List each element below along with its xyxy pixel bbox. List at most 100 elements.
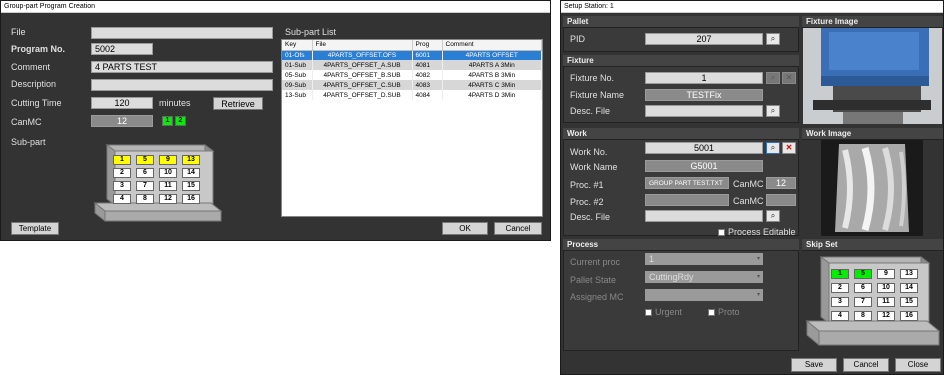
rack-slot[interactable]: 9 xyxy=(877,269,895,279)
table-row[interactable]: 01-Ofs 4PARTS_OFFSET.OFS 6001 4PARTS OFF… xyxy=(282,50,542,60)
fixture-photo xyxy=(803,28,942,124)
fixture-search-icon[interactable]: ⌕ xyxy=(766,72,780,84)
fixture-desc-field[interactable] xyxy=(645,105,763,117)
canmc-badge-2: 2 xyxy=(175,116,186,126)
rack-slot[interactable]: 3 xyxy=(831,297,849,307)
window-title: Setup Station: 1 xyxy=(561,1,943,13)
column-key[interactable]: Key xyxy=(282,40,313,51)
pid-field[interactable]: 207 xyxy=(645,33,763,45)
rack-slot[interactable]: 4 xyxy=(831,311,849,321)
urgent-checkbox[interactable] xyxy=(645,309,652,316)
work-no-field[interactable]: 5001 xyxy=(645,142,763,154)
rack-slot[interactable]: 5 xyxy=(854,269,872,279)
column-prog[interactable]: Prog xyxy=(412,40,443,51)
pid-search-icon[interactable]: ⌕ xyxy=(766,33,780,45)
rack-slot[interactable]: 7 xyxy=(854,297,872,307)
subpart-list-table[interactable]: Key File Prog Comment 01-Ofs 4PARTS_OFFS… xyxy=(281,39,543,217)
row-prog: 4082 xyxy=(412,70,443,80)
rack-slot[interactable]: 10 xyxy=(877,283,895,293)
chevron-down-icon: ▾ xyxy=(756,292,760,298)
rack-slot[interactable]: 6 xyxy=(136,168,154,178)
column-comment[interactable]: Comment xyxy=(442,40,542,51)
cutting-time-field[interactable]: 120 xyxy=(91,97,153,109)
rack-slot[interactable]: 2 xyxy=(831,283,849,293)
work-name-label: Work Name xyxy=(570,162,618,172)
rack-slot[interactable]: 5 xyxy=(136,155,154,165)
rack-slot[interactable]: 1 xyxy=(113,155,131,165)
description-field[interactable] xyxy=(91,79,273,91)
description-label: Description xyxy=(11,79,57,89)
pallet-header: Pallet xyxy=(563,16,799,28)
canmc-field: 12 xyxy=(91,115,153,127)
rack-slot[interactable]: 13 xyxy=(900,269,918,279)
file-field[interactable] xyxy=(91,27,273,39)
rack-slot[interactable]: 2 xyxy=(113,168,131,178)
pallet-state-value: CuttingRdy xyxy=(649,272,694,282)
save-button[interactable]: Save xyxy=(791,358,837,372)
rack-slot[interactable]: 15 xyxy=(900,297,918,307)
program-no-label: Program No. xyxy=(11,44,66,54)
rack-slot[interactable]: 15 xyxy=(182,181,200,191)
work-desc-field[interactable] xyxy=(645,210,763,222)
cancel-button[interactable]: Cancel xyxy=(494,222,542,235)
rack-slot[interactable]: 16 xyxy=(900,311,918,321)
table-row[interactable]: 09-Sub 4PARTS_OFFSET_C.SUB 4083 4PARTS C… xyxy=(282,80,542,90)
work-clear-icon[interactable]: ✕ xyxy=(782,142,796,154)
skip-set-header: Skip Set xyxy=(802,239,943,251)
rack-slot[interactable]: 14 xyxy=(900,283,918,293)
template-button[interactable]: Template xyxy=(11,222,59,235)
rack-slot[interactable]: 14 xyxy=(182,168,200,178)
proto-checkbox[interactable] xyxy=(708,309,715,316)
ok-button[interactable]: OK xyxy=(442,222,488,235)
assigned-mc-select[interactable]: ▾ xyxy=(645,289,763,301)
rack-slot[interactable]: 6 xyxy=(854,283,872,293)
rack-slot[interactable]: 10 xyxy=(159,168,177,178)
fixture-desc-open-icon[interactable]: ⌕ xyxy=(766,105,780,117)
window-title: Group-part Program Creation xyxy=(1,1,550,13)
work-search-icon[interactable]: ⌕ xyxy=(766,142,780,154)
rack-slot[interactable]: 8 xyxy=(136,194,154,204)
current-proc-select[interactable]: 1 ▾ xyxy=(645,253,763,265)
chevron-down-icon: ▾ xyxy=(756,256,760,262)
rack-slot[interactable]: 4 xyxy=(113,194,131,204)
row-comment: 4PARTS D 3Min xyxy=(442,90,542,100)
rack-slot[interactable]: 1 xyxy=(831,269,849,279)
rack-slot[interactable]: 13 xyxy=(182,155,200,165)
row-file: 4PARTS_OFFSET.OFS xyxy=(312,50,413,60)
table-row[interactable]: 13-Sub 4PARTS_OFFSET_D.SUB 4084 4PARTS D… xyxy=(282,90,542,100)
rack-slot[interactable]: 9 xyxy=(159,155,177,165)
fixture-name-field: TESTFix xyxy=(645,89,763,101)
rack-slot[interactable]: 11 xyxy=(877,297,895,307)
rack-slot[interactable]: 12 xyxy=(877,311,895,321)
fixture-name-label: Fixture Name xyxy=(570,90,625,100)
cutting-time-unit: minutes xyxy=(159,98,191,108)
rack-slot[interactable]: 11 xyxy=(159,181,177,191)
canmc-badge-1: 1 xyxy=(162,116,173,126)
work-image xyxy=(821,140,923,236)
pallet-state-select[interactable]: CuttingRdy ▾ xyxy=(645,271,763,283)
process-header: Process xyxy=(563,239,799,251)
rack-slot[interactable]: 12 xyxy=(159,194,177,204)
column-file[interactable]: File xyxy=(312,40,413,51)
rack-slot[interactable]: 3 xyxy=(113,181,131,191)
fixture-no-label: Fixture No. xyxy=(570,73,615,83)
fixture-no-field[interactable]: 1 xyxy=(645,72,763,84)
table-row[interactable]: 05-Sub 4PARTS_OFFSET_B.SUB 4082 4PARTS B… xyxy=(282,70,542,80)
work-desc-open-icon[interactable]: ⌕ xyxy=(766,210,780,222)
fixture-header: Fixture xyxy=(563,55,799,67)
fixture-clear-icon[interactable]: ✕ xyxy=(782,72,796,84)
rack-slot[interactable]: 8 xyxy=(854,311,872,321)
comment-field[interactable]: 4 PARTS TEST xyxy=(91,61,273,73)
retrieve-button[interactable]: Retrieve xyxy=(213,97,263,110)
process-editable-checkbox[interactable] xyxy=(718,229,725,236)
cancel-button[interactable]: Cancel xyxy=(843,358,889,372)
rack-slot[interactable]: 16 xyxy=(182,194,200,204)
program-no-field[interactable]: 5002 xyxy=(91,43,153,55)
work-no-label: Work No. xyxy=(570,147,608,157)
close-button[interactable]: Close xyxy=(895,358,941,372)
rack-slot[interactable]: 7 xyxy=(136,181,154,191)
row-key: 13-Sub xyxy=(282,90,313,100)
table-row[interactable]: 01-Sub 4PARTS_OFFSET_A.SUB 4081 4PARTS A… xyxy=(282,60,542,70)
group-part-program-window: Group-part Program Creation File Program… xyxy=(0,0,551,241)
file-label: File xyxy=(11,27,26,37)
